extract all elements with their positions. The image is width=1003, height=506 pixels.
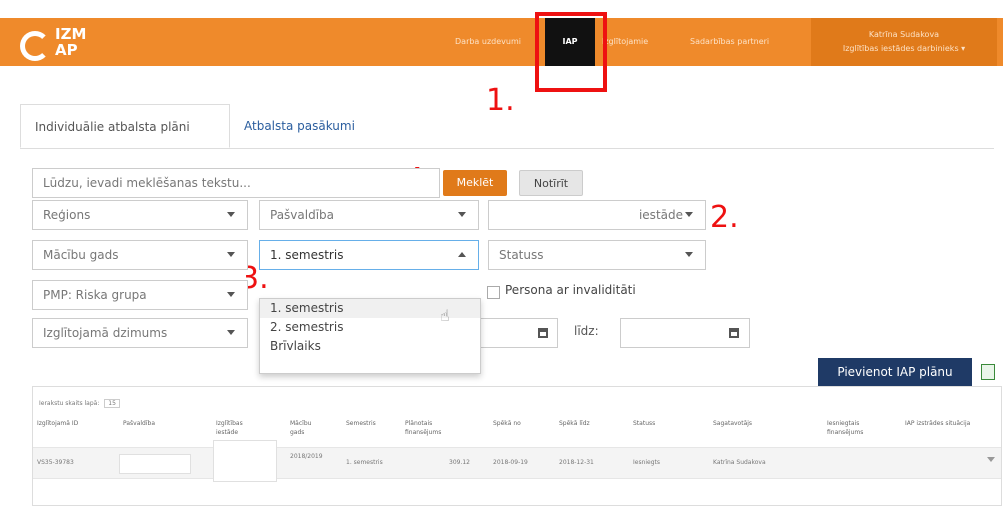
tab-bar: Individuālie atbalsta plāni Atbalsta pas… [20,104,994,149]
cell-municipality [119,454,191,474]
cell-student-id[interactable]: VS35-39783 [37,459,74,466]
tab-support-measures[interactable]: Atbalsta pasākumi [230,104,369,148]
chevron-down-icon [227,252,235,257]
col-valid-from[interactable]: Spēkā no [493,419,543,428]
clear-button[interactable]: Notīrīt [519,170,583,196]
institution-select[interactable]: iestāde [488,200,706,230]
calendar-icon[interactable] [729,328,739,338]
user-menu[interactable]: Katrīna Sudakova Izglītības iestādes dar… [811,18,997,66]
records-per-page-select[interactable]: 15 [104,399,120,408]
user-name: Katrīna Sudakova [868,30,940,39]
chevron-up-icon [458,252,466,257]
add-iap-plan-button[interactable]: Pievienot IAP plānu [818,358,972,386]
search-input[interactable]: Lūdzu, ievadi meklēšanas tekstu... [32,168,440,198]
cell-preparer: Katrīna Sudakova [713,459,766,466]
chevron-down-icon [227,330,235,335]
col-preparer[interactable]: Sagatavotājs [713,419,783,428]
chevron-down-icon [685,212,693,217]
calendar-icon[interactable] [538,328,548,338]
col-valid-to[interactable]: Spēkā līdz [559,419,609,428]
semester-option-holiday[interactable]: Brīvlaiks [260,337,480,356]
tab-individual-plans[interactable]: Individuālie atbalsta plāni [20,104,230,148]
municipality-select[interactable]: Pašvaldība [259,200,479,230]
school-year-select[interactable]: Mācību gads [32,240,248,270]
table-row[interactable]: VS35-39783 2018/2019 1. semestris 309.12… [33,440,1001,482]
logo-ring-icon [20,31,50,61]
scroll-down-icon[interactable] [987,457,995,462]
col-status[interactable]: Statuss [633,419,683,428]
status-select-value: Statuss [499,248,544,262]
cell-valid-to: 2018-12-31 [559,459,594,466]
col-municipality[interactable]: Pašvaldība [123,419,183,428]
records-per-page-label: Ierakstu skaits lapā: [39,400,100,407]
nav-partners[interactable]: Sadarbības partneri [690,18,769,66]
pmp-select[interactable]: PMP: Riska grupa [32,280,248,310]
chevron-down-icon [227,292,235,297]
institution-select-value: iestāde [638,208,683,222]
col-student-id[interactable]: Izglītojamā ID [37,419,97,428]
search-button[interactable]: Meklēt [443,170,507,196]
col-planned-funding[interactable]: Plānotais finansējums [405,419,465,437]
cell-planned-funding: 309.12 [449,459,470,466]
hand-cursor-icon: ☝ [440,306,450,325]
date-to-label: līdz: [574,324,599,338]
results-table: Ierakstu skaits lapā: 15 Izglītojamā ID … [32,386,1002,506]
nav-tasks[interactable]: Darba uzdevumi [455,18,521,66]
chevron-down-icon [458,212,466,217]
disability-checkbox[interactable] [487,286,500,299]
gender-select[interactable]: Izglītojamā dzimums [32,318,248,348]
col-institution[interactable]: Izglītības iestāde [216,419,266,437]
cell-status: Iesniegts [633,459,661,466]
col-semester[interactable]: Semestris [346,419,396,428]
col-school-year[interactable]: Mācību gads [290,419,326,437]
semester-select[interactable]: 1. semestris [259,240,479,270]
cell-school-year: 2018/2019 [290,453,323,460]
col-submitted-funding[interactable]: Iesniegtais finansējums [827,419,897,437]
semester-select-value: 1. semestris [270,248,344,262]
gender-select-value: Izglītojamā dzimums [43,326,168,340]
school-year-select-value: Mācību gads [43,248,119,262]
pmp-select-value: PMP: Riska grupa [43,288,147,302]
chevron-down-icon [685,252,693,257]
annotation-highlight-box [535,12,607,92]
status-select[interactable]: Statuss [488,240,706,270]
municipality-select-value: Pašvaldība [270,208,335,222]
col-iap-situation[interactable]: IAP izstrādes situācija [905,419,975,428]
excel-export-icon[interactable] [981,364,995,380]
chevron-down-icon [227,212,235,217]
annotation-2: 2. [710,200,739,235]
nav-students[interactable]: Izglītojamie [602,18,648,66]
logo-text-bottom: AP [55,41,78,59]
user-role: Izglītības iestādes darbinieks ▾ [842,44,966,53]
region-select[interactable]: Reģions [32,200,248,230]
disability-label: Persona ar invaliditāti [505,283,636,297]
app-logo[interactable]: IZM AP [20,26,90,66]
logo-text-top: IZM [55,25,87,43]
cell-semester: 1. semestris [346,459,383,466]
region-select-value: Reģions [43,208,91,222]
cell-institution [213,440,277,482]
cell-valid-from: 2018-09-19 [493,459,528,466]
